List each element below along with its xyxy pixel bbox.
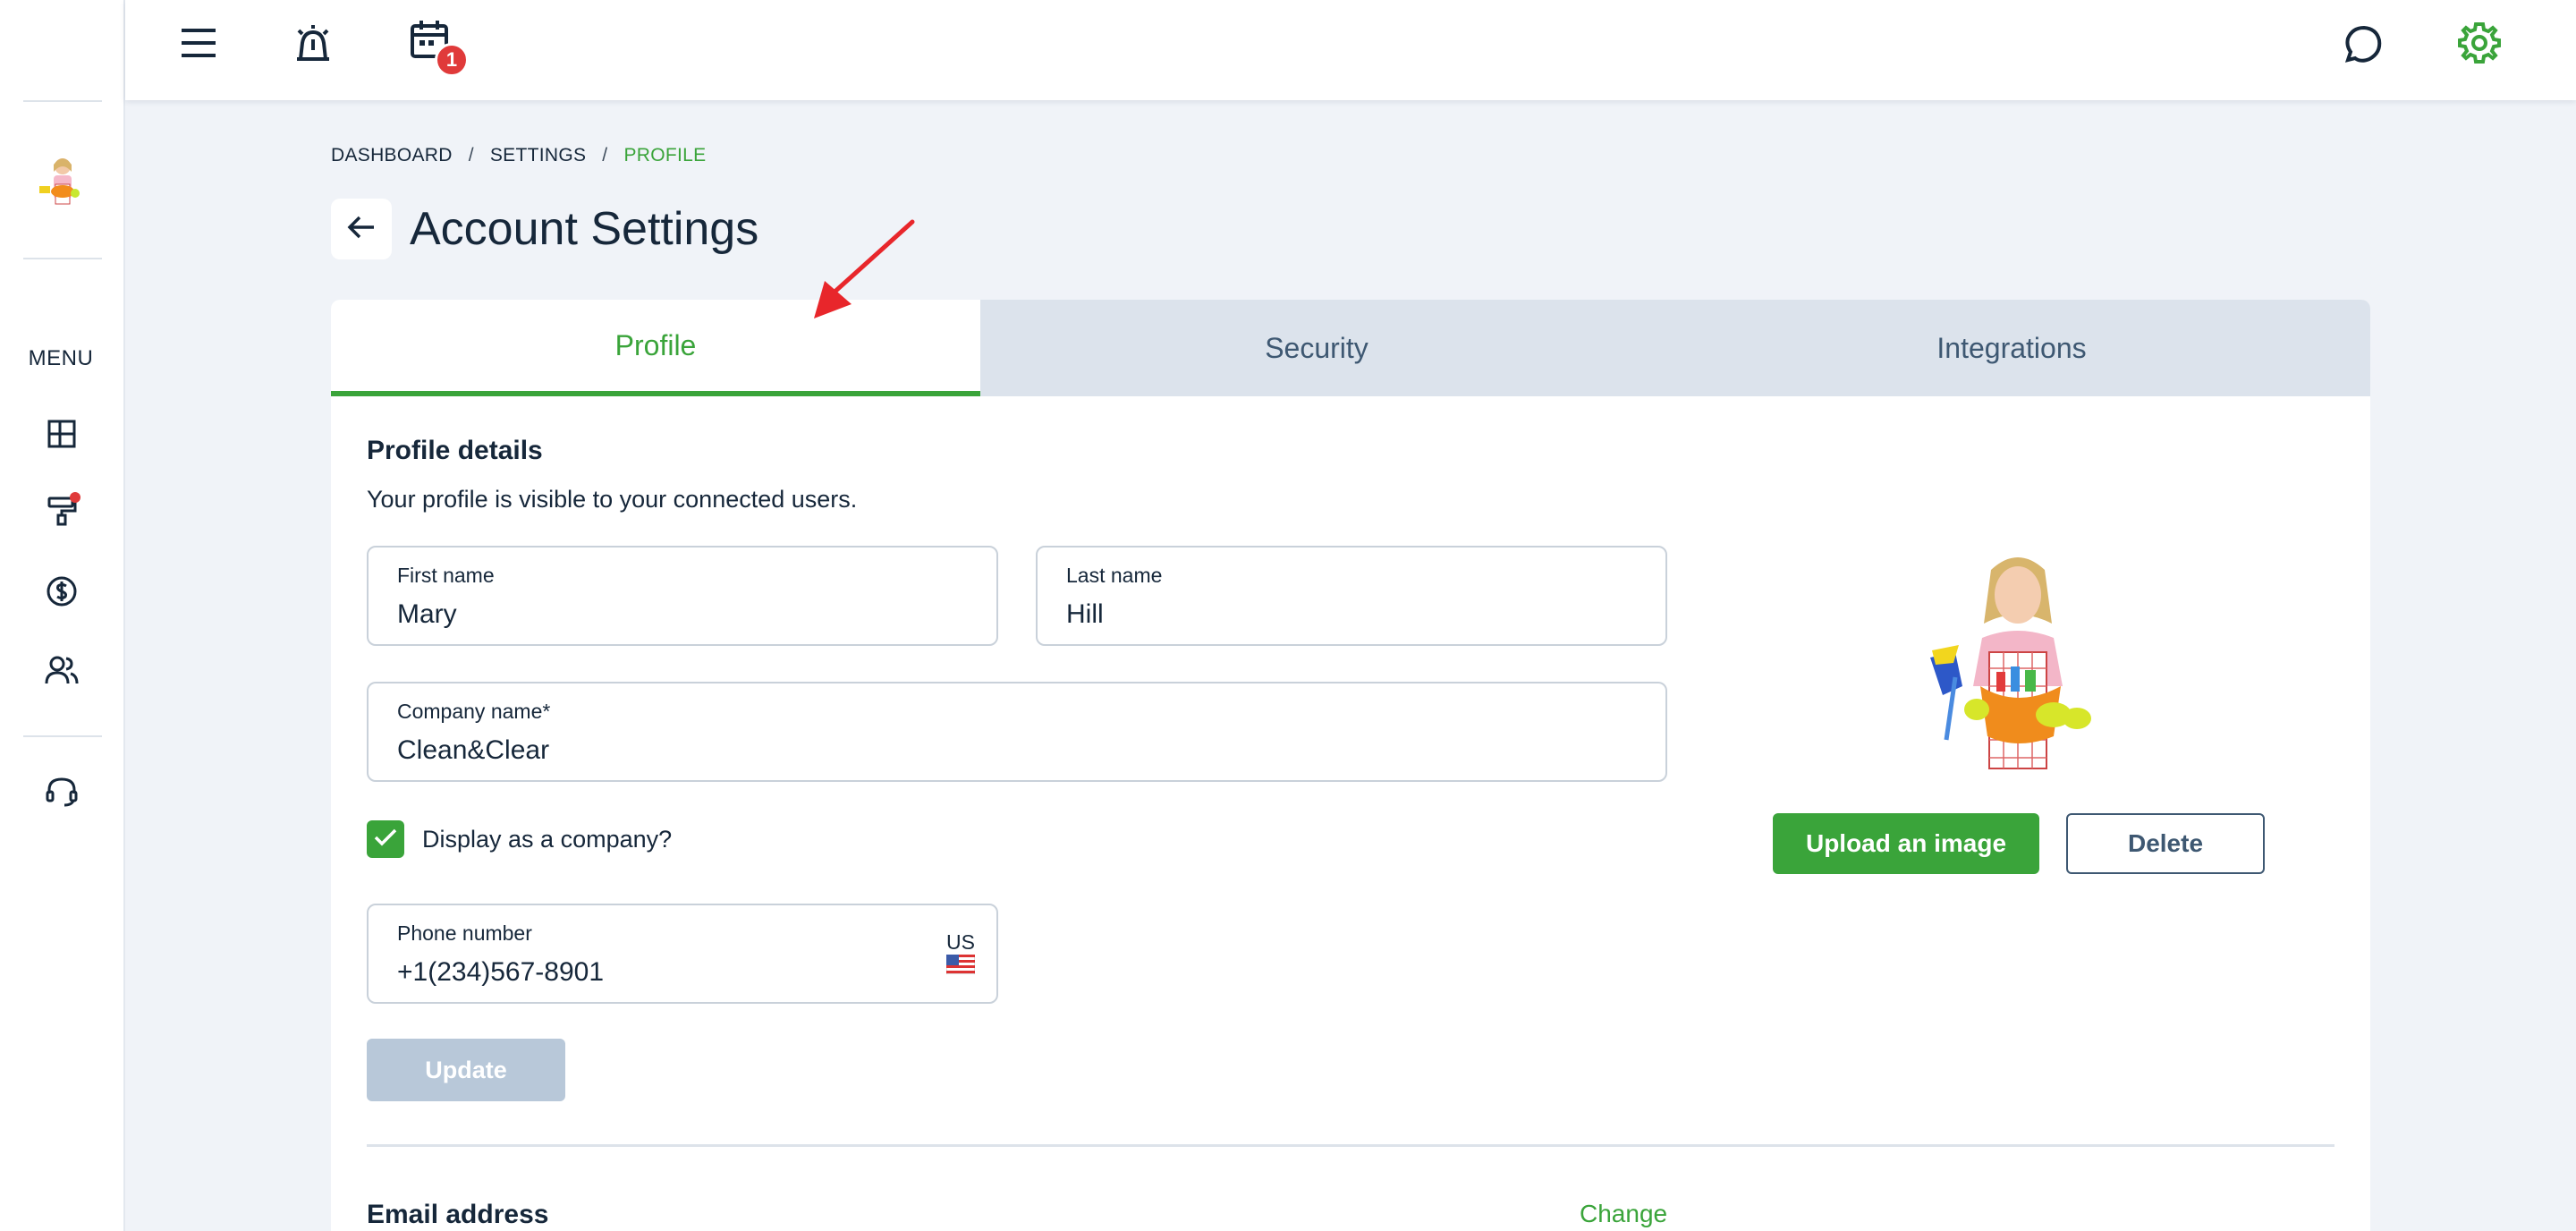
check-icon (374, 828, 397, 851)
sidebar-divider (23, 735, 102, 737)
annotation-arrow (787, 211, 921, 327)
breadcrumb-profile: PROFILE (623, 145, 707, 166)
change-email-link[interactable]: Change (1580, 1200, 1667, 1228)
phone-number-field[interactable]: Phone number +1(234)567-8901 US (367, 904, 998, 1004)
dashboard-icon (47, 419, 77, 454)
company-name-label: Company name* (397, 700, 551, 723)
chat-icon (2343, 24, 2384, 70)
breadcrumb-separator: / (602, 145, 608, 166)
sidebar-item-support[interactable] (39, 771, 84, 816)
phone-number-value[interactable]: +1(234)567-8901 (397, 957, 604, 988)
display-as-company-row: Display as a company? (367, 820, 672, 858)
company-name-field[interactable]: Company name* Clean&Clear (367, 682, 1667, 782)
delete-image-button[interactable]: Delete (2066, 813, 2265, 874)
dollar-icon (46, 575, 78, 612)
upload-image-button[interactable]: Upload an image (1773, 813, 2039, 874)
profile-image (1919, 552, 2116, 774)
alarm-icon (293, 23, 333, 67)
email-address-title: Email address (367, 1200, 549, 1229)
last-name-field[interactable]: Last name Hill (1036, 546, 1667, 646)
sidebar-item-jobs[interactable] (39, 490, 84, 535)
country-selector[interactable]: US (945, 930, 977, 979)
settings-button[interactable] (2454, 20, 2504, 70)
gear-icon (2458, 21, 2501, 69)
sidebar-divider (23, 258, 102, 259)
headset-icon (45, 776, 79, 812)
us-flag-icon (945, 954, 976, 978)
breadcrumb: DASHBOARD / SETTINGS / PROFILE (331, 145, 706, 166)
sidebar-item-dashboard[interactable] (39, 413, 84, 458)
chat-button[interactable] (2338, 21, 2388, 72)
notification-dot (70, 492, 80, 503)
country-code: US (946, 930, 975, 954)
sidebar-menu-label: MENU (28, 346, 94, 370)
company-name-value[interactable]: Clean&Clear (397, 735, 549, 766)
update-button[interactable]: Update (367, 1039, 565, 1101)
topbar: 1 (125, 0, 2576, 100)
alarm-button[interactable] (288, 20, 338, 70)
breadcrumb-separator: / (468, 145, 474, 166)
sidebar-divider (23, 100, 102, 102)
page-title: Account Settings (410, 203, 759, 255)
first-name-value[interactable]: Mary (397, 599, 457, 630)
sidebar-item-payments[interactable] (39, 571, 84, 616)
tab-bar: Profile Security Integrations (331, 300, 2370, 396)
settings-card: Profile Security Integrations Profile de… (331, 300, 2370, 1231)
menu-icon (180, 27, 217, 64)
sidebar-item-users[interactable] (39, 649, 84, 694)
breadcrumb-settings[interactable]: SETTINGS (490, 145, 586, 166)
back-button[interactable] (331, 199, 392, 259)
profile-details-title: Profile details (367, 436, 543, 465)
tab-security[interactable]: Security (980, 300, 1653, 396)
menu-button[interactable] (174, 20, 224, 70)
arrow-left-icon (347, 215, 376, 244)
last-name-value[interactable]: Hill (1066, 599, 1104, 630)
sidebar: MENU (0, 0, 125, 1231)
profile-details-description: Your profile is visible to your connecte… (367, 486, 858, 513)
phone-number-label: Phone number (397, 921, 532, 945)
tab-integrations[interactable]: Integrations (1653, 300, 2370, 396)
breadcrumb-dashboard[interactable]: DASHBOARD (331, 145, 453, 166)
calendar-badge: 1 (435, 43, 469, 77)
calendar-button[interactable]: 1 (404, 16, 469, 77)
display-as-company-label[interactable]: Display as a company? (422, 826, 672, 853)
first-name-label: First name (397, 564, 495, 587)
last-name-label: Last name (1066, 564, 1163, 587)
display-as-company-checkbox[interactable] (367, 820, 404, 858)
section-divider (367, 1144, 2334, 1147)
avatar[interactable] (36, 154, 89, 213)
first-name-field[interactable]: First name Mary (367, 546, 998, 646)
users-icon (45, 655, 79, 690)
